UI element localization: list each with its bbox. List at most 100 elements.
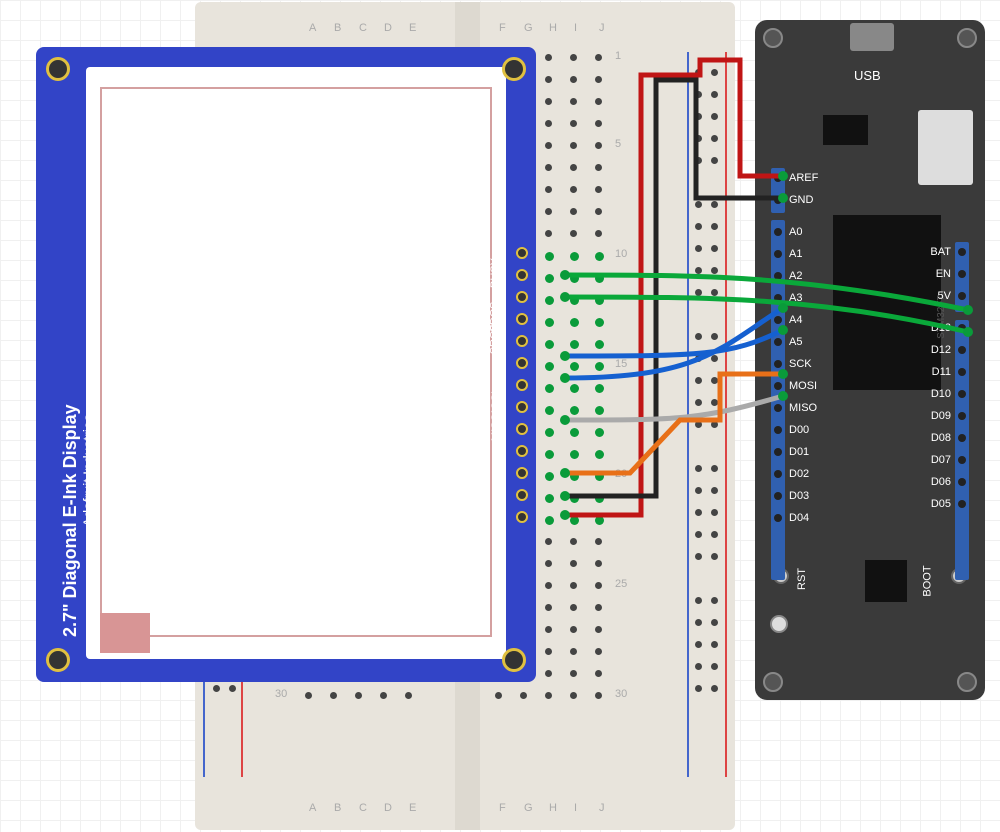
bb-col-label: A (309, 802, 316, 814)
mcu-pin-label: A1 (789, 248, 802, 260)
bb-rail-hole (711, 531, 718, 538)
mcu-pin-a2 (774, 272, 782, 280)
bb-rail-hole (711, 509, 718, 516)
bb-tie-hole (570, 428, 579, 437)
bb-tie-hole (595, 120, 602, 127)
eink-pin-ecs (516, 379, 528, 391)
eink-pin-label: D/C (495, 352, 507, 371)
mcu-pin-label: D09 (931, 410, 951, 422)
bb-tie-hole (595, 384, 604, 393)
bb-rail-hole (711, 69, 718, 76)
mcu-pin-label: GND (789, 194, 813, 206)
bb-tie-hole (570, 164, 577, 171)
bb-rail-hole (695, 597, 702, 604)
screw-hole (46, 57, 70, 81)
mcu-pin-label: AREF (789, 172, 818, 184)
microcontroller-board: USB STM32F7 RST BOOT AREFGNDA0A1A2A3A4A5… (755, 20, 985, 700)
bb-col-label: J (599, 22, 605, 34)
bb-tie-hole (595, 362, 604, 371)
bb-tie-hole (545, 472, 554, 481)
bb-col-label: C (359, 802, 367, 814)
bb-tie-hole (570, 384, 579, 393)
rst-label: RST (796, 568, 808, 590)
chip-regulator (823, 115, 868, 145)
bb-tie-hole (545, 362, 554, 371)
bb-tie-hole (570, 54, 577, 61)
bb-tie-hole (355, 692, 362, 699)
eink-pin-label: GND (492, 481, 504, 505)
bb-rail-hole (711, 157, 718, 164)
mcu-pin-a3 (774, 294, 782, 302)
bb-rail-hole (711, 289, 718, 296)
bb-rail-hole (711, 135, 718, 142)
bb-tie-hole (595, 406, 604, 415)
mcu-pin-label: A4 (789, 314, 802, 326)
bb-rail-hole (711, 487, 718, 494)
bb-rail-hole (711, 201, 718, 208)
bb-tie-hole (545, 208, 552, 215)
eink-pin-vin (516, 511, 528, 523)
bb-rail-hole (711, 355, 718, 362)
bb-rail-hole (711, 333, 718, 340)
bb-tie-hole (595, 54, 602, 61)
mcu-pin-mosi (774, 382, 782, 390)
bb-tie-hole (545, 230, 552, 237)
bb-tie-hole (545, 692, 552, 699)
bb-tie-hole (595, 604, 602, 611)
eink-pin-ena (516, 247, 528, 259)
mount-hole (763, 28, 783, 48)
bb-tie-hole (545, 582, 552, 589)
bb-rail-hole (695, 663, 702, 670)
bb-rail-hole (695, 619, 702, 626)
bb-row-label: 5 (615, 138, 621, 150)
mcu-pin-label: BAT (930, 246, 951, 258)
bb-tie-hole (595, 208, 602, 215)
bb-col-label: H (549, 22, 557, 34)
bb-tie-hole (595, 274, 604, 283)
bb-rail-hole (695, 531, 702, 538)
mcu-pin-d12 (958, 346, 966, 354)
mcu-pin-label: D12 (931, 344, 951, 356)
bb-row-label: 20 (615, 468, 627, 480)
mcu-pin-label: D07 (931, 454, 951, 466)
mcu-pin-label: MISO (789, 402, 817, 414)
bb-tie-hole (595, 626, 602, 633)
bb-rail-hole (695, 487, 702, 494)
bb-rail-hole (711, 685, 718, 692)
bb-tie-hole (545, 318, 554, 327)
mcu-pin-d11 (958, 368, 966, 376)
bb-row-label: 10 (615, 248, 627, 260)
mcu-pin-label: EN (936, 268, 951, 280)
mcu-pin-aref (774, 174, 782, 182)
mcu-pin-label: A0 (789, 226, 802, 238)
mcu-pin-a5 (774, 338, 782, 346)
eink-pin-d/c (516, 357, 528, 369)
bb-tie-hole (595, 582, 602, 589)
mcu-pin-label: D13 (931, 322, 951, 334)
bb-tie-hole (595, 538, 602, 545)
bb-rail-hole (695, 377, 702, 384)
bb-rail-hole (711, 223, 718, 230)
bb-tie-hole (545, 604, 552, 611)
bb-rail-hole (711, 553, 718, 560)
bb-tie-hole (545, 252, 554, 261)
mcu-pin-d03 (774, 492, 782, 500)
bb-col-label: E (409, 22, 416, 34)
bb-col-label: J (599, 802, 605, 814)
bb-tie-hole (570, 274, 579, 283)
bb-tie-hole (330, 692, 337, 699)
rail-right-neg (687, 52, 689, 777)
eink-display-module: 2.7" Diagonal E-Ink Display Adafruit Ind… (36, 47, 536, 682)
bb-tie-hole (545, 626, 552, 633)
bb-tie-hole (595, 142, 602, 149)
bb-rail-hole (711, 245, 718, 252)
bb-row-label: 15 (615, 358, 627, 370)
bb-rail-hole (695, 465, 702, 472)
bb-row-label: 25 (615, 578, 627, 590)
bb-tie-hole (595, 252, 604, 261)
ufl-connector (770, 615, 788, 633)
eink-pin-label: VIN (495, 506, 507, 524)
mcu-pin-miso (774, 404, 782, 412)
mcu-pin-bat (958, 248, 966, 256)
bb-rail-hole (695, 135, 702, 142)
